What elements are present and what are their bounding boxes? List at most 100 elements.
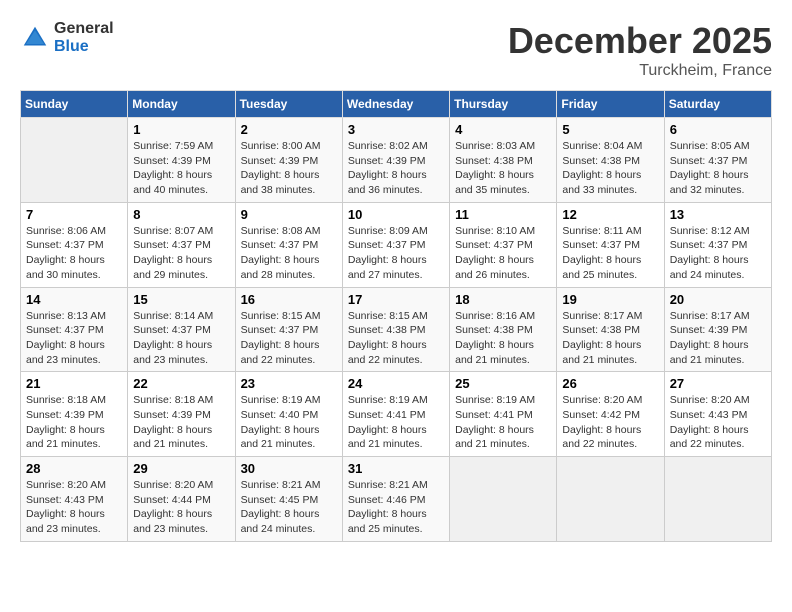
day-number: 13 (670, 207, 766, 222)
day-info: Sunrise: 8:18 AMSunset: 4:39 PMDaylight:… (133, 394, 213, 450)
logo-general-text: General (54, 20, 114, 38)
calendar-cell: 19 Sunrise: 8:17 AMSunset: 4:38 PMDaylig… (557, 287, 664, 372)
day-info: Sunrise: 8:15 AMSunset: 4:38 PMDaylight:… (348, 310, 428, 366)
calendar-cell: 7 Sunrise: 8:06 AMSunset: 4:37 PMDayligh… (21, 202, 128, 287)
calendar-cell: 9 Sunrise: 8:08 AMSunset: 4:37 PMDayligh… (235, 202, 342, 287)
day-number: 22 (133, 376, 229, 391)
day-info: Sunrise: 8:12 AMSunset: 4:37 PMDaylight:… (670, 225, 750, 281)
day-info: Sunrise: 8:21 AMSunset: 4:46 PMDaylight:… (348, 479, 428, 535)
calendar-cell: 31 Sunrise: 8:21 AMSunset: 4:46 PMDaylig… (342, 457, 449, 542)
day-info: Sunrise: 8:20 AMSunset: 4:44 PMDaylight:… (133, 479, 213, 535)
calendar-cell: 2 Sunrise: 8:00 AMSunset: 4:39 PMDayligh… (235, 118, 342, 203)
day-number: 17 (348, 292, 444, 307)
day-info: Sunrise: 8:20 AMSunset: 4:43 PMDaylight:… (670, 394, 750, 450)
calendar-cell: 17 Sunrise: 8:15 AMSunset: 4:38 PMDaylig… (342, 287, 449, 372)
calendar-cell: 28 Sunrise: 8:20 AMSunset: 4:43 PMDaylig… (21, 457, 128, 542)
calendar-week-1: 1 Sunrise: 7:59 AMSunset: 4:39 PMDayligh… (21, 118, 772, 203)
calendar-cell (557, 457, 664, 542)
day-number: 15 (133, 292, 229, 307)
day-info: Sunrise: 8:19 AMSunset: 4:41 PMDaylight:… (348, 394, 428, 450)
month-title: December 2025 (508, 20, 772, 62)
day-number: 31 (348, 461, 444, 476)
day-header-friday: Friday (557, 91, 664, 118)
day-number: 6 (670, 122, 766, 137)
calendar-body: 1 Sunrise: 7:59 AMSunset: 4:39 PMDayligh… (21, 118, 772, 542)
day-number: 16 (241, 292, 337, 307)
day-info: Sunrise: 8:17 AMSunset: 4:38 PMDaylight:… (562, 310, 642, 366)
day-number: 10 (348, 207, 444, 222)
day-number: 2 (241, 122, 337, 137)
day-info: Sunrise: 8:21 AMSunset: 4:45 PMDaylight:… (241, 479, 321, 535)
calendar-cell: 15 Sunrise: 8:14 AMSunset: 4:37 PMDaylig… (128, 287, 235, 372)
header: General Blue December 2025 Turckheim, Fr… (20, 20, 772, 80)
day-number: 29 (133, 461, 229, 476)
calendar-cell: 21 Sunrise: 8:18 AMSunset: 4:39 PMDaylig… (21, 372, 128, 457)
calendar-cell: 13 Sunrise: 8:12 AMSunset: 4:37 PMDaylig… (664, 202, 771, 287)
location-title: Turckheim, France (508, 62, 772, 80)
day-number: 24 (348, 376, 444, 391)
day-number: 8 (133, 207, 229, 222)
calendar-cell: 8 Sunrise: 8:07 AMSunset: 4:37 PMDayligh… (128, 202, 235, 287)
calendar-week-5: 28 Sunrise: 8:20 AMSunset: 4:43 PMDaylig… (21, 457, 772, 542)
day-number: 25 (455, 376, 551, 391)
day-info: Sunrise: 8:04 AMSunset: 4:38 PMDaylight:… (562, 140, 642, 196)
day-header-thursday: Thursday (450, 91, 557, 118)
day-header-sunday: Sunday (21, 91, 128, 118)
calendar-cell: 10 Sunrise: 8:09 AMSunset: 4:37 PMDaylig… (342, 202, 449, 287)
calendar-cell: 22 Sunrise: 8:18 AMSunset: 4:39 PMDaylig… (128, 372, 235, 457)
day-info: Sunrise: 8:02 AMSunset: 4:39 PMDaylight:… (348, 140, 428, 196)
day-number: 30 (241, 461, 337, 476)
day-info: Sunrise: 8:09 AMSunset: 4:37 PMDaylight:… (348, 225, 428, 281)
calendar-header-row: SundayMondayTuesdayWednesdayThursdayFrid… (21, 91, 772, 118)
day-number: 26 (562, 376, 658, 391)
logo: General Blue (20, 20, 114, 55)
day-number: 1 (133, 122, 229, 137)
day-info: Sunrise: 8:16 AMSunset: 4:38 PMDaylight:… (455, 310, 535, 366)
day-number: 14 (26, 292, 122, 307)
day-info: Sunrise: 8:10 AMSunset: 4:37 PMDaylight:… (455, 225, 535, 281)
logo-icon (20, 23, 50, 53)
calendar-cell: 26 Sunrise: 8:20 AMSunset: 4:42 PMDaylig… (557, 372, 664, 457)
day-number: 18 (455, 292, 551, 307)
day-info: Sunrise: 8:18 AMSunset: 4:39 PMDaylight:… (26, 394, 106, 450)
calendar-cell: 12 Sunrise: 8:11 AMSunset: 4:37 PMDaylig… (557, 202, 664, 287)
day-info: Sunrise: 7:59 AMSunset: 4:39 PMDaylight:… (133, 140, 213, 196)
day-info: Sunrise: 8:03 AMSunset: 4:38 PMDaylight:… (455, 140, 535, 196)
calendar-week-3: 14 Sunrise: 8:13 AMSunset: 4:37 PMDaylig… (21, 287, 772, 372)
calendar-week-4: 21 Sunrise: 8:18 AMSunset: 4:39 PMDaylig… (21, 372, 772, 457)
day-number: 21 (26, 376, 122, 391)
calendar-cell: 5 Sunrise: 8:04 AMSunset: 4:38 PMDayligh… (557, 118, 664, 203)
day-info: Sunrise: 8:00 AMSunset: 4:39 PMDaylight:… (241, 140, 321, 196)
calendar-cell (21, 118, 128, 203)
calendar-week-2: 7 Sunrise: 8:06 AMSunset: 4:37 PMDayligh… (21, 202, 772, 287)
calendar-cell: 4 Sunrise: 8:03 AMSunset: 4:38 PMDayligh… (450, 118, 557, 203)
day-header-tuesday: Tuesday (235, 91, 342, 118)
day-number: 7 (26, 207, 122, 222)
day-number: 23 (241, 376, 337, 391)
day-info: Sunrise: 8:13 AMSunset: 4:37 PMDaylight:… (26, 310, 106, 366)
logo-text: General Blue (54, 20, 114, 55)
day-number: 11 (455, 207, 551, 222)
calendar-cell: 23 Sunrise: 8:19 AMSunset: 4:40 PMDaylig… (235, 372, 342, 457)
calendar-cell: 3 Sunrise: 8:02 AMSunset: 4:39 PMDayligh… (342, 118, 449, 203)
day-info: Sunrise: 8:20 AMSunset: 4:42 PMDaylight:… (562, 394, 642, 450)
day-info: Sunrise: 8:08 AMSunset: 4:37 PMDaylight:… (241, 225, 321, 281)
day-info: Sunrise: 8:14 AMSunset: 4:37 PMDaylight:… (133, 310, 213, 366)
calendar-cell: 24 Sunrise: 8:19 AMSunset: 4:41 PMDaylig… (342, 372, 449, 457)
day-info: Sunrise: 8:15 AMSunset: 4:37 PMDaylight:… (241, 310, 321, 366)
calendar-cell: 6 Sunrise: 8:05 AMSunset: 4:37 PMDayligh… (664, 118, 771, 203)
day-info: Sunrise: 8:06 AMSunset: 4:37 PMDaylight:… (26, 225, 106, 281)
calendar-cell (664, 457, 771, 542)
title-area: December 2025 Turckheim, France (508, 20, 772, 80)
day-number: 20 (670, 292, 766, 307)
calendar-cell: 25 Sunrise: 8:19 AMSunset: 4:41 PMDaylig… (450, 372, 557, 457)
day-number: 3 (348, 122, 444, 137)
calendar-cell: 20 Sunrise: 8:17 AMSunset: 4:39 PMDaylig… (664, 287, 771, 372)
logo-blue-text: Blue (54, 38, 114, 56)
day-info: Sunrise: 8:05 AMSunset: 4:37 PMDaylight:… (670, 140, 750, 196)
calendar-cell: 16 Sunrise: 8:15 AMSunset: 4:37 PMDaylig… (235, 287, 342, 372)
day-info: Sunrise: 8:17 AMSunset: 4:39 PMDaylight:… (670, 310, 750, 366)
day-header-monday: Monday (128, 91, 235, 118)
calendar-cell: 14 Sunrise: 8:13 AMSunset: 4:37 PMDaylig… (21, 287, 128, 372)
calendar-cell: 29 Sunrise: 8:20 AMSunset: 4:44 PMDaylig… (128, 457, 235, 542)
